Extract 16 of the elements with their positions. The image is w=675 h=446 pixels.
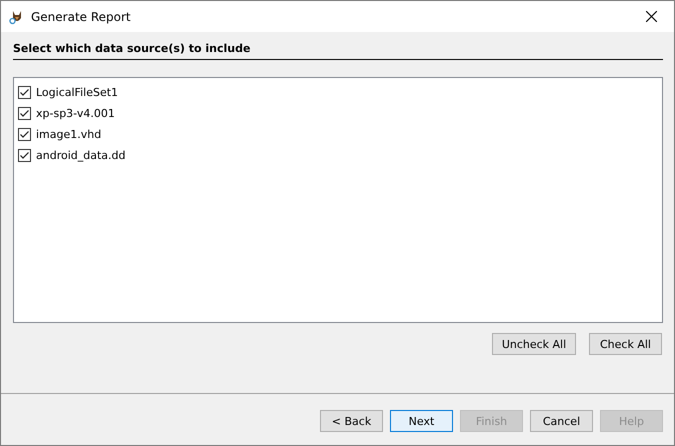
check-all-button[interactable]: Check All [589, 333, 662, 355]
wizard-button[interactable]: Next [390, 410, 453, 432]
section-heading: Select which data source(s) to include [13, 42, 663, 60]
wizard-button[interactable]: < Back [320, 410, 383, 432]
close-icon[interactable] [646, 11, 656, 22]
checkbox[interactable] [18, 107, 31, 120]
wizard-button[interactable]: Cancel [530, 410, 593, 432]
data-source-label: xp-sp3-v4.001 [36, 107, 115, 120]
data-source-label: android_data.dd [36, 149, 126, 162]
window-title: Generate Report [31, 10, 132, 24]
data-source-label: LogicalFileSet1 [36, 86, 118, 99]
checkbox[interactable] [18, 128, 31, 141]
checkbox[interactable] [18, 86, 31, 99]
checkbox[interactable] [18, 149, 31, 162]
data-source-label: image1.vhd [36, 128, 102, 141]
uncheck-all-button[interactable]: Uncheck All [492, 333, 576, 355]
